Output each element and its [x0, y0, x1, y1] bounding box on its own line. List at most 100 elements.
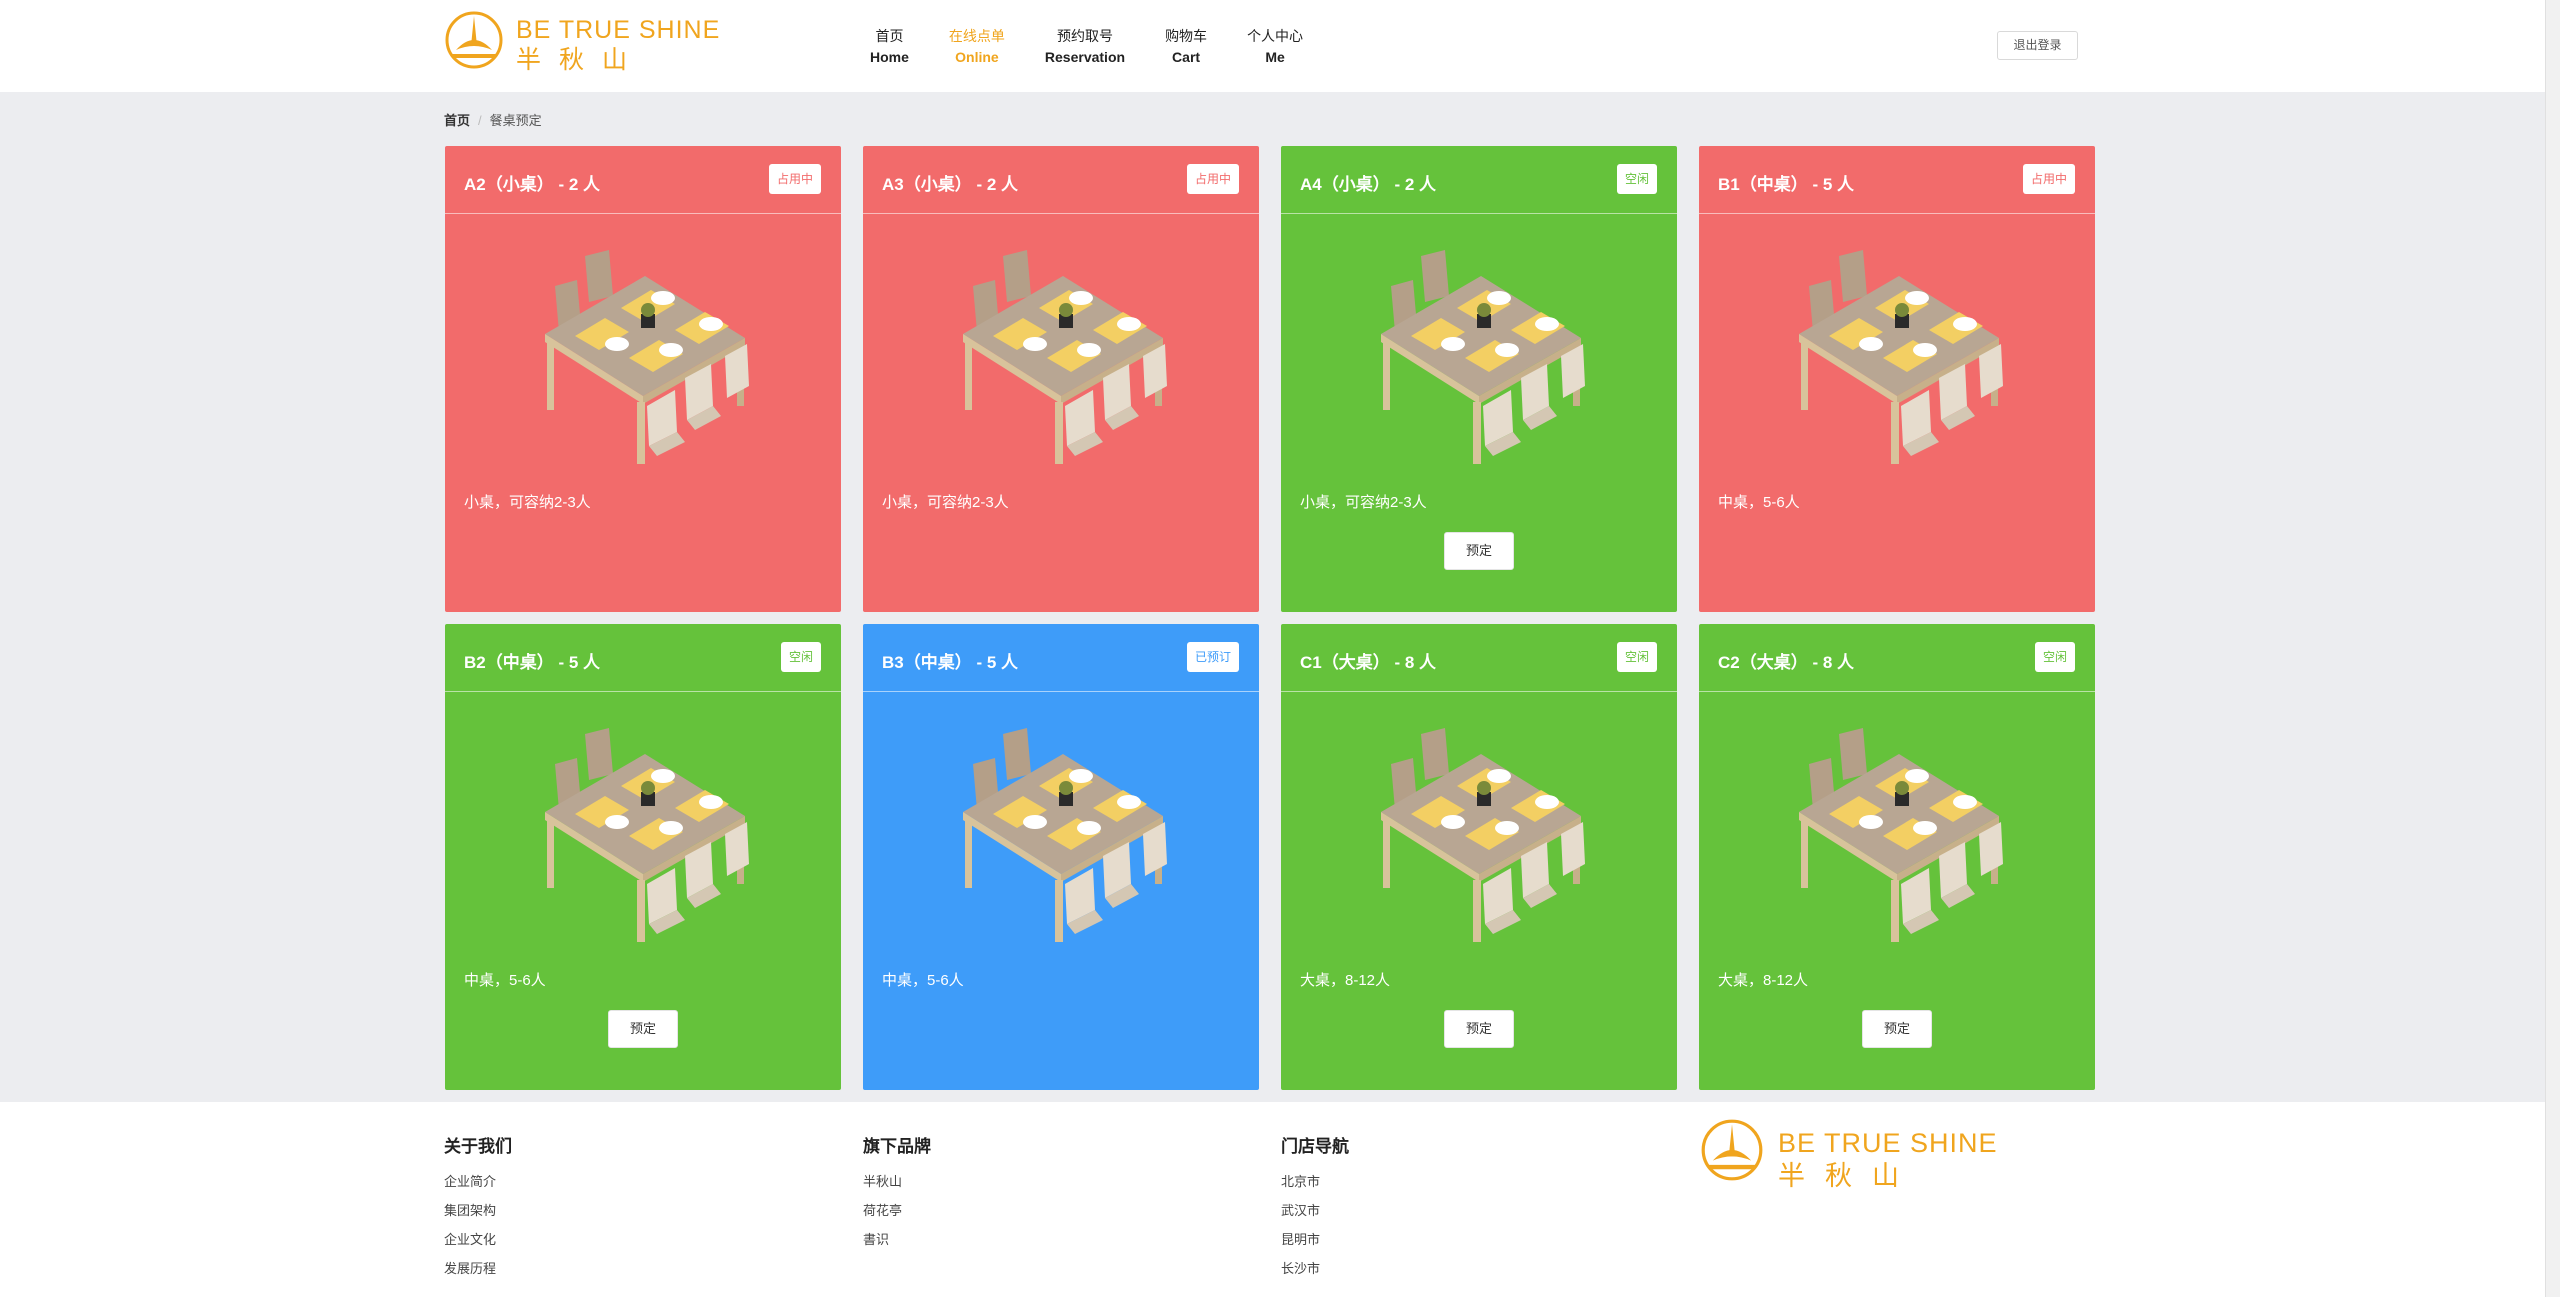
reserve-button[interactable]: 预定 — [1862, 1010, 1932, 1048]
footer-link[interactable]: 北京市 — [1281, 1167, 1349, 1196]
table-title: B1（中桌） - 5 人 — [1718, 175, 1855, 194]
footer-link[interactable]: 半秋山 — [863, 1167, 931, 1196]
nav-item-me[interactable]: 个人中心 Me — [1247, 26, 1303, 68]
footer-column: 关于我们企业简介 集团架构 企业文化 发展历程 — [444, 1132, 512, 1283]
footer-column-title: 旗下品牌 — [863, 1137, 931, 1156]
footer-brand-logo: BE TRUE SHINE 半秋山 — [1700, 1118, 2020, 1191]
page-scrollbar[interactable] — [2545, 0, 2560, 1297]
table-card-grid: A2（小桌） - 2 人 占用中小桌，可容纳2-3人 A3（小桌） - 2 人 占用… — [445, 146, 2098, 1090]
footer-column: 门店导航北京市 武汉市 昆明市 长沙市 — [1281, 1132, 1349, 1283]
table-description: 中桌，5-6人 — [1718, 494, 1800, 511]
status-badge: 空闲 — [2034, 642, 2075, 672]
footer-link[interactable]: 荷花亭 — [863, 1196, 931, 1225]
dining-table-illustration — [963, 250, 1167, 464]
dining-table-illustration — [1799, 728, 2003, 942]
table-description: 中桌，5-6人 — [882, 972, 964, 989]
footer-link[interactable]: 企业简介 — [444, 1167, 512, 1196]
footer-link[interactable]: 昆明市 — [1281, 1225, 1349, 1254]
table-title: B2（中桌） - 5 人 — [464, 653, 601, 672]
card-header: C1（大桌） - 8 人 空闲 — [1281, 624, 1677, 692]
card-header: B2（中桌） - 5 人 空闲 — [445, 624, 841, 692]
card-header: A3（小桌） - 2 人 占用中 — [863, 146, 1259, 214]
table-title: B3（中桌） - 5 人 — [882, 653, 1019, 672]
footer: 关于我们 企业简介 集团架构 企业文化 发展历程 旗下品牌 半秋山 荷花亭 書识 门店导航 北京市武… — [0, 1102, 2545, 1297]
nav-label-zh: 预约取号 — [1056, 28, 1113, 44]
status-badge: 占用中 — [1186, 164, 1239, 194]
brand-logo[interactable]: BE TRUE SHINE 半秋山 — [444, 8, 724, 74]
status-badge: 占用中 — [768, 164, 821, 194]
status-badge: 已预订 — [1186, 642, 1239, 672]
footer-link[interactable]: 长沙市 — [1281, 1254, 1349, 1283]
table-card: B2（中桌） - 5 人 空闲中桌，5-6人预定 — [445, 624, 841, 1090]
footer-column-title: 门店导航 — [1281, 1137, 1349, 1156]
status-badge: 空闲 — [1616, 164, 1657, 194]
table-title: A3（小桌） - 2 人 — [882, 175, 1019, 194]
breadcrumb: 首页 / 餐桌预定 — [444, 110, 542, 129]
footer-link[interactable]: 企业文化 — [444, 1225, 512, 1254]
reserve-button[interactable]: 预定 — [608, 1010, 678, 1048]
status-badge: 空闲 — [1616, 642, 1657, 672]
footer-link[interactable]: 書识 — [863, 1225, 931, 1254]
table-title: C2（大桌） - 8 人 — [1718, 653, 1855, 672]
sun-logo-icon — [445, 11, 503, 69]
table-card: B3（中桌） - 5 人 已预订中桌，5-6人 — [863, 624, 1259, 1090]
reserve-button[interactable]: 预定 — [1444, 1010, 1514, 1048]
breadcrumb-home[interactable]: 首页 — [444, 113, 470, 128]
breadcrumb-separator: / — [478, 113, 482, 128]
table-description: 小桌，可容纳2-3人 — [1300, 494, 1427, 511]
nav-label-zh: 购物车 — [1165, 28, 1208, 44]
table-card: C1（大桌） - 8 人 空闲大桌，8-12人预定 — [1281, 624, 1677, 1090]
footer-link[interactable]: 发展历程 — [444, 1254, 512, 1283]
nav-label-en: Cart — [1172, 49, 1201, 65]
table-card: A2（小桌） - 2 人 占用中小桌，可容纳2-3人 — [445, 146, 841, 612]
footer-link[interactable]: 集团架构 — [444, 1196, 512, 1225]
card-header: A4（小桌） - 2 人 空闲 — [1281, 146, 1677, 214]
table-card: C2（大桌） - 8 人 空闲大桌，8-12人预定 — [1699, 624, 2095, 1090]
dining-table-illustration — [1381, 250, 1585, 464]
footer-brand-name-zh: 半秋山 — [1778, 1161, 1919, 1191]
table-description: 中桌，5-6人 — [464, 972, 546, 989]
main-nav: 首页 Home 在线点单 Online 预约取号 Reservation 购物车 Cart 个人… — [870, 26, 1343, 68]
dining-table-illustration — [545, 250, 749, 464]
table-title: A4（小桌） - 2 人 — [1300, 175, 1437, 194]
reserve-button[interactable]: 预定 — [1444, 532, 1514, 570]
nav-label-en: Home — [870, 49, 909, 65]
dining-table-illustration — [545, 728, 749, 942]
top-header: BE TRUE SHINE 半秋山 首页 Home 在线点单 Online 预约取号 Re… — [0, 0, 2545, 92]
footer-link[interactable]: 武汉市 — [1281, 1196, 1349, 1225]
nav-label-en: Reservation — [1044, 49, 1126, 65]
status-badge: 空闲 — [780, 642, 821, 672]
table-description: 小桌，可容纳2-3人 — [882, 494, 1009, 511]
status-badge: 占用中 — [2022, 164, 2075, 194]
dining-table-illustration — [963, 728, 1167, 942]
dining-table-illustration — [1799, 250, 2003, 464]
brand-name-zh: 半秋山 — [516, 46, 646, 74]
card-header: B1（中桌） - 5 人 占用中 — [1699, 146, 2095, 214]
table-description: 大桌，8-12人 — [1300, 972, 1391, 989]
dining-table-illustration — [1381, 728, 1585, 942]
footer-column-title: 关于我们 — [444, 1137, 512, 1156]
table-card: A4（小桌） - 2 人 空闲小桌，可容纳2-3人预定 — [1281, 146, 1677, 612]
table-title: A2（小桌） - 2 人 — [464, 175, 601, 194]
table-description: 小桌，可容纳2-3人 — [464, 494, 591, 511]
nav-item-online[interactable]: 在线点单 Online — [949, 26, 1005, 68]
nav-label-zh: 个人中心 — [1247, 28, 1304, 44]
table-card: B1（中桌） - 5 人 占用中中桌，5-6人 — [1699, 146, 2095, 612]
table-card: A3（小桌） - 2 人 占用中小桌，可容纳2-3人 — [863, 146, 1259, 612]
sun-logo-icon — [1701, 1119, 1763, 1181]
card-header: A2（小桌） - 2 人 占用中 — [445, 146, 841, 214]
card-header: B3（中桌） - 5 人 已预订 — [863, 624, 1259, 692]
breadcrumb-current: 餐桌预定 — [489, 113, 542, 128]
nav-label-en: Me — [1265, 49, 1285, 65]
nav-item-cart[interactable]: 购物车 Cart — [1165, 26, 1207, 68]
nav-label-zh: 首页 — [875, 28, 904, 44]
table-description: 大桌，8-12人 — [1718, 972, 1809, 989]
nav-label-en: Online — [955, 49, 999, 65]
card-header: C2（大桌） - 8 人 空闲 — [1699, 624, 2095, 692]
logout-button[interactable]: 退出登录 — [1997, 31, 2078, 60]
nav-item-home[interactable]: 首页 Home — [870, 26, 909, 68]
table-title: C1（大桌） - 8 人 — [1300, 653, 1437, 672]
nav-item-reservation[interactable]: 预约取号 Reservation — [1045, 26, 1125, 68]
footer-column: 旗下品牌半秋山 荷花亭 書识 — [863, 1132, 931, 1254]
nav-label-zh: 在线点单 — [948, 28, 1005, 44]
